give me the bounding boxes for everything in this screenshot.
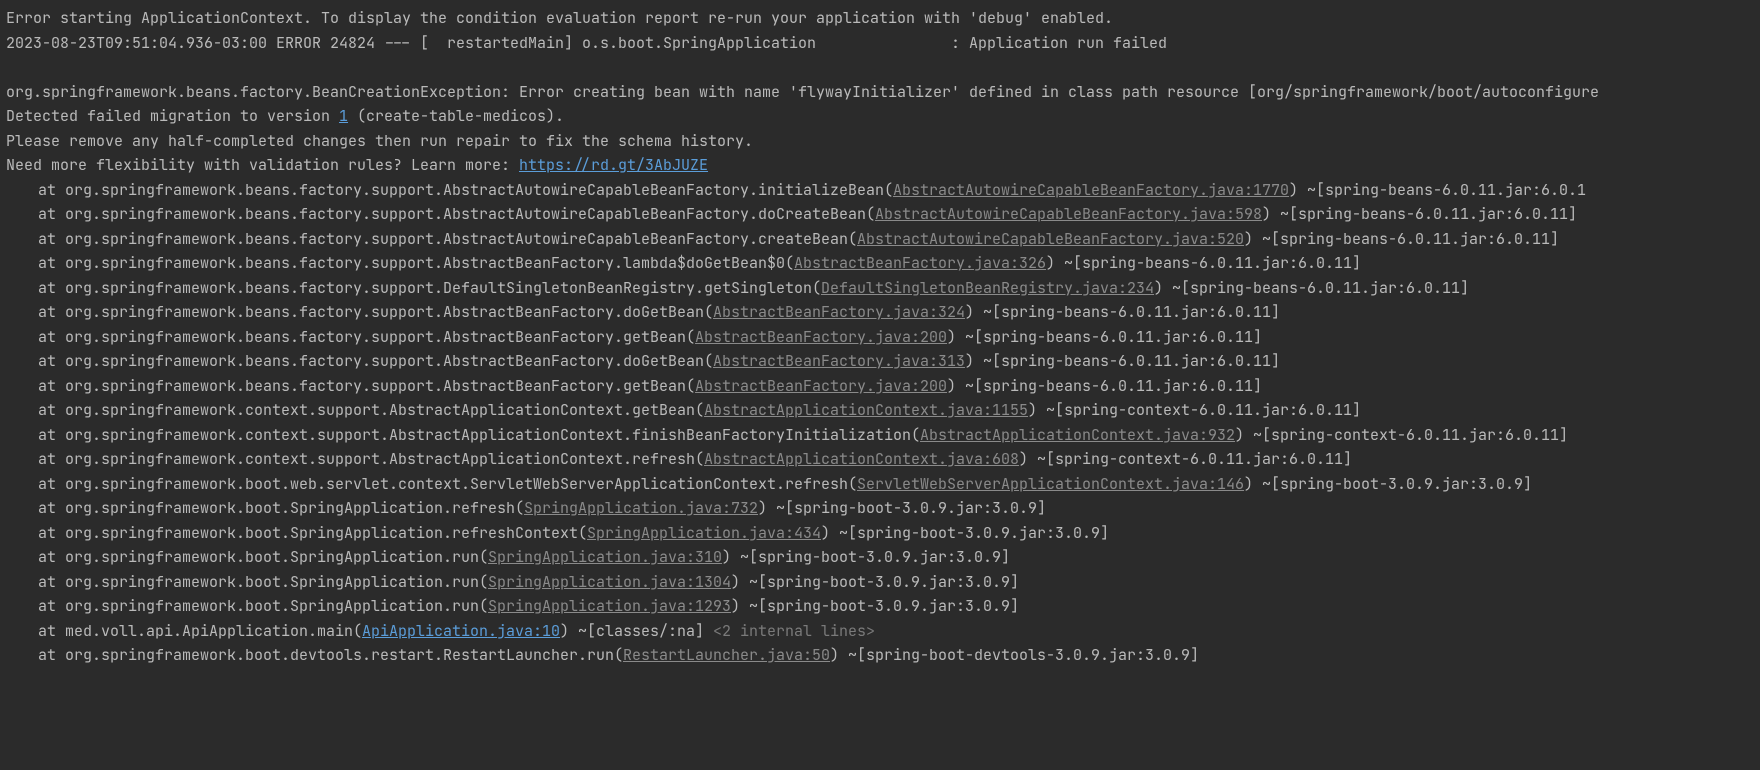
stack-frame: at org.springframework.boot.SpringApplic… <box>6 521 1760 546</box>
source-link[interactable]: AbstractBeanFactory.java:324 <box>713 302 965 322</box>
frame-jar: ) ~[spring-boot-3.0.9.jar:3.0.9] <box>731 596 1019 616</box>
stack-trace: at org.springframework.beans.factory.sup… <box>6 178 1760 668</box>
text: (create-table-medicos). <box>348 106 564 126</box>
frame-method: at org.springframework.beans.factory.sup… <box>38 278 821 298</box>
stack-frame: at org.springframework.beans.factory.sup… <box>6 349 1760 374</box>
frame-method: at med.voll.api.ApiApplication.main( <box>38 621 362 641</box>
source-link[interactable]: AbstractBeanFactory.java:313 <box>713 351 965 371</box>
frame-method: at org.springframework.boot.SpringApplic… <box>38 498 524 518</box>
frame-method: at org.springframework.beans.factory.sup… <box>38 302 713 322</box>
stack-frame: at org.springframework.beans.factory.sup… <box>6 178 1760 203</box>
source-link[interactable]: ApiApplication.java:10 <box>362 621 560 641</box>
stack-frame: at org.springframework.beans.factory.sup… <box>6 325 1760 350</box>
frame-method: at org.springframework.beans.factory.sup… <box>38 229 857 249</box>
frame-jar: ) ~[spring-beans-6.0.11.jar:6.0.11] <box>1046 253 1361 273</box>
source-link[interactable]: SpringApplication.java:1293 <box>488 596 731 616</box>
frame-method: at org.springframework.boot.SpringApplic… <box>38 572 488 592</box>
frame-method: at org.springframework.context.support.A… <box>38 449 704 469</box>
frame-jar: ) ~[spring-beans-6.0.11.jar:6.0.11] <box>965 302 1280 322</box>
frame-jar: ) ~[spring-boot-3.0.9.jar:3.0.9] <box>722 547 1010 567</box>
stack-frame: at org.springframework.context.support.A… <box>6 398 1760 423</box>
frame-jar: ) ~[spring-context-6.0.11.jar:6.0.11] <box>1019 449 1352 469</box>
stack-frame: at org.springframework.beans.factory.sup… <box>6 251 1760 276</box>
advice-line: Please remove any half-completed changes… <box>6 129 1760 154</box>
frame-jar: ) ~[spring-boot-devtools-3.0.9.jar:3.0.9… <box>830 645 1199 665</box>
frame-method: at org.springframework.beans.factory.sup… <box>38 376 695 396</box>
frame-jar: ) ~[classes/:na] <box>560 621 713 641</box>
log-line: Error starting ApplicationContext. To di… <box>6 6 1760 31</box>
source-link[interactable]: SpringApplication.java:1304 <box>488 572 731 592</box>
stack-frame: at org.springframework.boot.web.servlet.… <box>6 472 1760 497</box>
frame-jar: ) ~[spring-beans-6.0.11.jar:6.0.11] <box>1244 229 1559 249</box>
source-link[interactable]: AbstractApplicationContext.java:932 <box>920 425 1235 445</box>
migration-version-link[interactable]: 1 <box>339 106 348 126</box>
stack-frame: at org.springframework.beans.factory.sup… <box>6 202 1760 227</box>
source-link[interactable]: ServletWebServerApplicationContext.java:… <box>857 474 1244 494</box>
frame-jar: ) ~[spring-beans-6.0.11.jar:6.0.11] <box>1262 204 1577 224</box>
frame-jar: ) ~[spring-boot-3.0.9.jar:3.0.9] <box>758 498 1046 518</box>
source-link[interactable]: AbstractAutowireCapableBeanFactory.java:… <box>893 180 1289 200</box>
source-link[interactable]: SpringApplication.java:732 <box>524 498 758 518</box>
frame-jar: ) ~[spring-beans-6.0.11.jar:6.0.11] <box>947 327 1262 347</box>
frame-jar: ) ~[spring-boot-3.0.9.jar:3.0.9] <box>821 523 1109 543</box>
stack-frame: at org.springframework.context.support.A… <box>6 423 1760 448</box>
frame-method: at org.springframework.boot.SpringApplic… <box>38 596 488 616</box>
stack-frame: at org.springframework.boot.SpringApplic… <box>6 594 1760 619</box>
frame-method: at org.springframework.context.support.A… <box>38 400 704 420</box>
frame-jar: ) ~[spring-boot-3.0.9.jar:3.0.9] <box>1244 474 1532 494</box>
frame-method: at org.springframework.beans.factory.sup… <box>38 327 695 347</box>
frame-jar: ) ~[spring-beans-6.0.11.jar:6.0.11] <box>1154 278 1469 298</box>
source-link[interactable]: SpringApplication.java:310 <box>488 547 722 567</box>
source-link[interactable]: AbstractBeanFactory.java:200 <box>695 327 947 347</box>
console-output: Error starting ApplicationContext. To di… <box>0 0 1760 668</box>
stack-frame: at org.springframework.boot.devtools.res… <box>6 643 1760 668</box>
frame-jar: ) ~[spring-beans-6.0.11.jar:6.0.1 <box>1289 180 1586 200</box>
frame-method: at org.springframework.boot.devtools.res… <box>38 645 623 665</box>
blank-line <box>6 55 1760 80</box>
frame-method: at org.springframework.beans.factory.sup… <box>38 180 893 200</box>
stack-frame: at org.springframework.beans.factory.sup… <box>6 374 1760 399</box>
source-link[interactable]: SpringApplication.java:434 <box>587 523 821 543</box>
source-link[interactable]: AbstractApplicationContext.java:1155 <box>704 400 1028 420</box>
learn-more-link[interactable]: https://rd.gt/3AbJUZE <box>519 155 708 175</box>
source-link[interactable]: AbstractApplicationContext.java:608 <box>704 449 1019 469</box>
source-link[interactable]: AbstractAutowireCapableBeanFactory.java:… <box>857 229 1244 249</box>
frame-method: at org.springframework.context.support.A… <box>38 425 920 445</box>
stack-frame: at org.springframework.beans.factory.sup… <box>6 300 1760 325</box>
source-link[interactable]: RestartLauncher.java:50 <box>623 645 830 665</box>
frame-method: at org.springframework.boot.SpringApplic… <box>38 523 587 543</box>
stack-frame: at org.springframework.boot.SpringApplic… <box>6 545 1760 570</box>
exception-line: org.springframework.beans.factory.BeanCr… <box>6 80 1760 105</box>
frame-jar: ) ~[spring-beans-6.0.11.jar:6.0.11] <box>947 376 1262 396</box>
frame-method: at org.springframework.boot.web.servlet.… <box>38 474 857 494</box>
stack-frame: at med.voll.api.ApiApplication.main(ApiA… <box>6 619 1760 644</box>
frame-method: at org.springframework.beans.factory.sup… <box>38 253 794 273</box>
log-line: 2023-08-23T09:51:04.936-03:00 ERROR 2482… <box>6 31 1760 56</box>
frame-method: at org.springframework.boot.SpringApplic… <box>38 547 488 567</box>
frame-jar: ) ~[spring-beans-6.0.11.jar:6.0.11] <box>965 351 1280 371</box>
internal-lines-note: <2 internal lines> <box>713 621 875 641</box>
frame-jar: ) ~[spring-context-6.0.11.jar:6.0.11] <box>1028 400 1361 420</box>
source-link[interactable]: AbstractAutowireCapableBeanFactory.java:… <box>875 204 1262 224</box>
frame-jar: ) ~[spring-context-6.0.11.jar:6.0.11] <box>1235 425 1568 445</box>
source-link[interactable]: DefaultSingletonBeanRegistry.java:234 <box>821 278 1154 298</box>
stack-frame: at org.springframework.boot.SpringApplic… <box>6 496 1760 521</box>
text: Detected failed migration to version <box>6 106 339 126</box>
frame-jar: ) ~[spring-boot-3.0.9.jar:3.0.9] <box>731 572 1019 592</box>
text: Need more flexibility with validation ru… <box>6 155 519 175</box>
stack-frame: at org.springframework.beans.factory.sup… <box>6 276 1760 301</box>
frame-method: at org.springframework.beans.factory.sup… <box>38 204 875 224</box>
frame-method: at org.springframework.beans.factory.sup… <box>38 351 713 371</box>
stack-frame: at org.springframework.beans.factory.sup… <box>6 227 1760 252</box>
stack-frame: at org.springframework.boot.SpringApplic… <box>6 570 1760 595</box>
advice-line: Need more flexibility with validation ru… <box>6 153 1760 178</box>
source-link[interactable]: AbstractBeanFactory.java:200 <box>695 376 947 396</box>
stack-frame: at org.springframework.context.support.A… <box>6 447 1760 472</box>
source-link[interactable]: AbstractBeanFactory.java:326 <box>794 253 1046 273</box>
migration-line: Detected failed migration to version 1 (… <box>6 104 1760 129</box>
